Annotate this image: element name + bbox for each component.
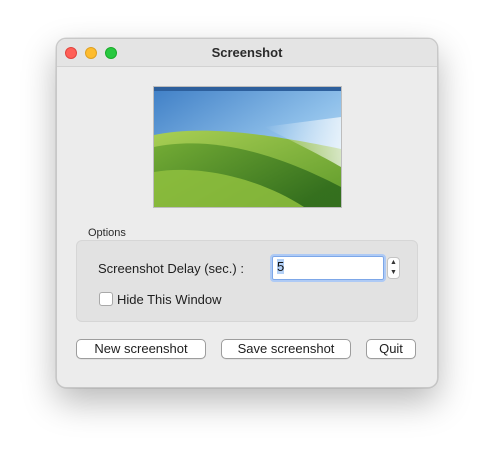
delay-input[interactable]: 5 bbox=[270, 254, 386, 282]
new-screenshot-button[interactable]: New screenshot bbox=[76, 339, 206, 359]
hide-window-label[interactable]: Hide This Window bbox=[117, 292, 222, 307]
title-bar[interactable]: Screenshot bbox=[57, 39, 437, 67]
screenshot-window: Screenshot Options Screenshot Delay (sec… bbox=[56, 38, 438, 388]
window-title: Screenshot bbox=[211, 45, 283, 60]
options-group: Screenshot Delay (sec.) : 5 ▲ ▼ Hide Thi… bbox=[76, 240, 418, 322]
delay-value: 5 bbox=[277, 259, 285, 274]
chevron-up-icon[interactable]: ▲ bbox=[388, 258, 399, 268]
chevron-down-icon[interactable]: ▼ bbox=[388, 268, 399, 278]
options-label: Options bbox=[88, 227, 126, 239]
save-screenshot-button[interactable]: Save screenshot bbox=[221, 339, 351, 359]
quit-button[interactable]: Quit bbox=[366, 339, 416, 359]
delay-stepper[interactable]: ▲ ▼ bbox=[387, 257, 400, 279]
hide-window-checkbox[interactable] bbox=[99, 292, 113, 306]
preview-image bbox=[154, 87, 341, 207]
delay-label: Screenshot Delay (sec.) : bbox=[98, 261, 244, 276]
screenshot-preview bbox=[153, 86, 342, 208]
